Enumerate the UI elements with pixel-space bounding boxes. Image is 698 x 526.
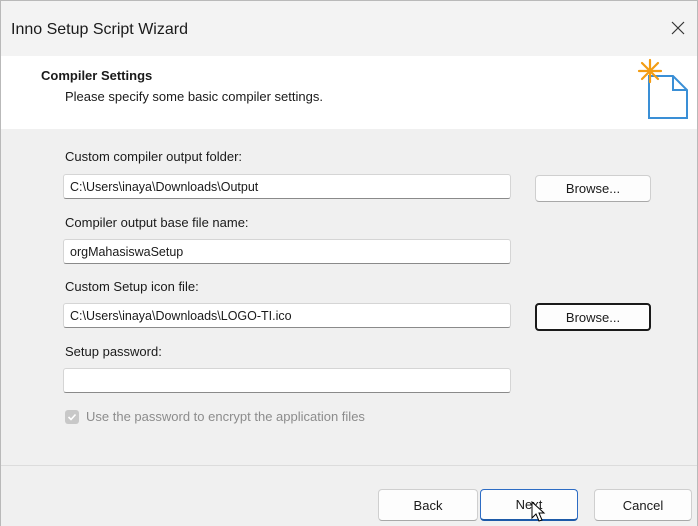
icon-file-input[interactable] xyxy=(63,303,511,328)
next-button[interactable]: Next xyxy=(480,489,578,521)
back-button[interactable]: Back xyxy=(378,489,478,521)
title-bar: Inno Setup Script Wizard xyxy=(1,1,697,56)
cancel-button[interactable]: Cancel xyxy=(594,489,692,521)
mouse-cursor-icon xyxy=(531,501,546,522)
wizard-new-file-icon xyxy=(637,58,688,119)
base-file-name-input[interactable] xyxy=(63,239,511,264)
encrypt-checkbox-row[interactable]: Use the password to encrypt the applicat… xyxy=(65,409,365,424)
window-title: Inno Setup Script Wizard xyxy=(11,21,188,38)
browse-icon-file-button[interactable]: Browse... xyxy=(535,303,651,331)
icon-file-label: Custom Setup icon file: xyxy=(65,279,199,294)
password-label: Setup password: xyxy=(65,344,162,359)
wizard-window: Inno Setup Script Wizard Compiler Settin… xyxy=(0,0,698,526)
base-file-name-label: Compiler output base file name: xyxy=(65,215,249,230)
page-subtitle: Please specify some basic compiler setti… xyxy=(65,89,323,104)
browse-output-folder-button[interactable]: Browse... xyxy=(535,175,651,202)
encrypt-checkbox[interactable] xyxy=(65,409,79,424)
checkmark-icon xyxy=(67,413,77,421)
output-folder-label: Custom compiler output folder: xyxy=(65,149,243,164)
page-header: Compiler Settings Please specify some ba… xyxy=(1,56,697,126)
close-icon xyxy=(671,21,685,35)
page-title: Compiler Settings xyxy=(41,68,153,83)
wizard-footer xyxy=(1,465,697,526)
encrypt-checkbox-label: Use the password to encrypt the applicat… xyxy=(86,409,365,424)
password-input[interactable] xyxy=(63,368,511,393)
close-button[interactable] xyxy=(659,9,697,47)
output-folder-input[interactable] xyxy=(63,174,511,199)
